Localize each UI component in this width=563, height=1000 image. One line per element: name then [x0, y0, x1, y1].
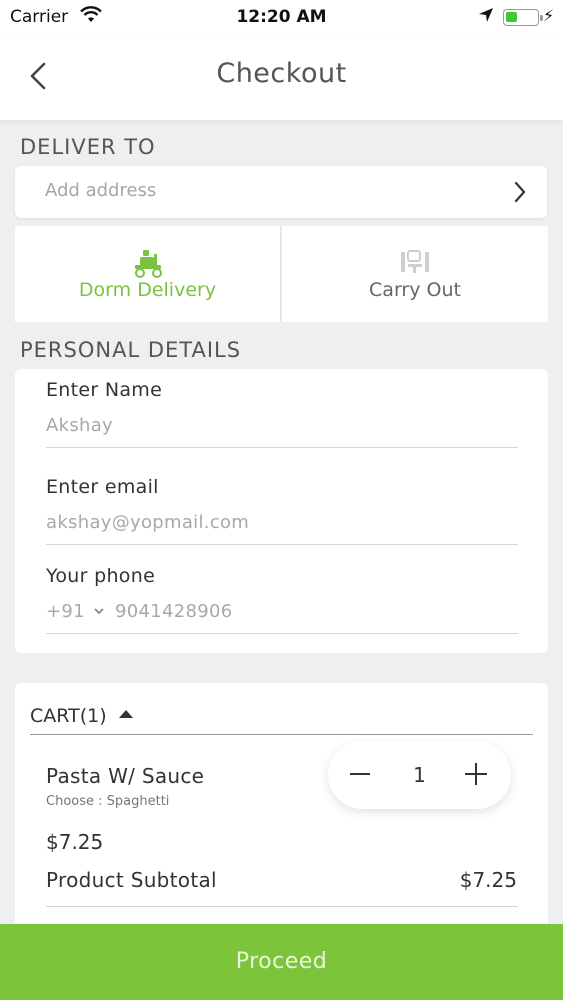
personal-details-header: PERSONAL DETAILS — [20, 338, 242, 362]
dorm-delivery-option[interactable]: Dorm Delivery — [15, 226, 281, 322]
location-arrow-icon — [479, 8, 493, 22]
email-underline — [46, 544, 518, 545]
dorm-delivery-label: Dorm Delivery — [78, 279, 217, 301]
cart-title[interactable]: CART(1) — [30, 705, 107, 727]
status-bar: Carrier 12:20 AM ⚡ — [0, 0, 563, 34]
name-input[interactable]: Akshay — [46, 415, 113, 436]
cart-card: CART(1) Pasta W/ Sauce Choose : Spaghett… — [15, 683, 548, 943]
phone-underline — [46, 633, 518, 634]
add-address-row[interactable]: Add address — [15, 166, 547, 218]
name-field[interactable]: Enter Name Akshay — [46, 379, 518, 448]
nav-bar: Checkout — [0, 34, 563, 120]
caret-up-icon[interactable] — [119, 710, 133, 718]
chevron-down-icon[interactable] — [93, 606, 105, 616]
phone-input[interactable]: 9041428906 — [115, 601, 233, 622]
subtotal-divider — [46, 906, 518, 907]
carry-out-icon — [401, 250, 429, 273]
subtotal-label: Product Subtotal — [46, 868, 217, 892]
address-placeholder: Add address — [45, 180, 157, 201]
scooter-icon — [134, 250, 162, 278]
quantity-stepper[interactable]: 1 — [328, 741, 511, 809]
name-label: Enter Name — [46, 379, 163, 401]
proceed-button[interactable]: Proceed — [0, 924, 563, 1000]
name-underline — [46, 447, 518, 448]
cart-divider — [30, 734, 533, 735]
country-code-select[interactable]: +91 — [46, 601, 85, 622]
cart-item-option: Choose : Spaghetti — [46, 794, 170, 809]
deliver-to-header: DELIVER TO — [20, 135, 156, 159]
phone-field[interactable]: Your phone +91 9041428906 — [46, 565, 518, 634]
battery-icon — [503, 9, 543, 26]
subtotal-value: $7.25 — [459, 868, 517, 892]
personal-details-card: Enter Name Akshay Enter email akshay@yop… — [15, 369, 548, 653]
email-label: Enter email — [46, 476, 159, 498]
email-field[interactable]: Enter email akshay@yopmail.com — [46, 476, 518, 545]
email-input[interactable]: akshay@yopmail.com — [46, 512, 249, 533]
increase-quantity-button[interactable] — [465, 763, 487, 785]
phone-label: Your phone — [46, 565, 156, 587]
carry-out-option[interactable]: Carry Out — [282, 226, 548, 322]
charging-icon: ⚡ — [543, 6, 555, 25]
cart-item-price: $7.25 — [46, 830, 104, 854]
chevron-right-icon — [514, 181, 526, 203]
cart-item-name: Pasta W/ Sauce — [46, 764, 205, 788]
carry-out-label: Carry Out — [369, 279, 461, 301]
page-title: Checkout — [216, 58, 347, 89]
